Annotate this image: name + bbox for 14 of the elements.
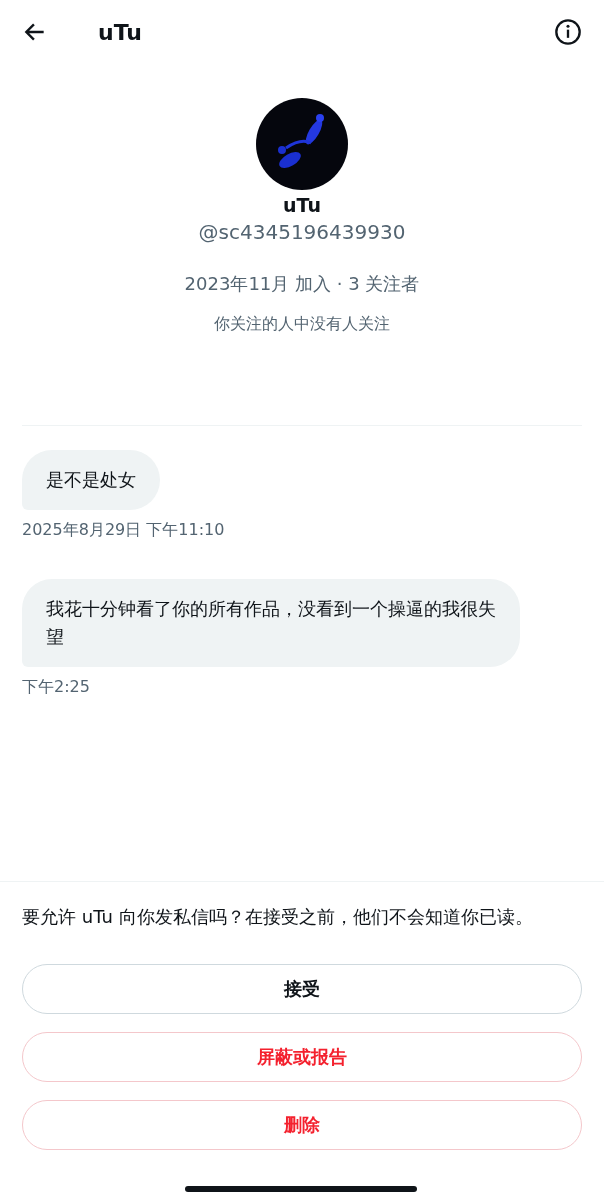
message-bubble: 我花十分钟看了你的所有作品，没看到一个操逼的我很失望 bbox=[22, 579, 520, 667]
message-time: 下午2:25 bbox=[22, 677, 90, 698]
follow-note: 你关注的人中没有人关注 bbox=[214, 314, 390, 335]
header-title: uTu bbox=[98, 19, 143, 45]
message-bubble: 是不是处女 bbox=[22, 450, 160, 510]
profile-name: uTu bbox=[283, 194, 321, 216]
action-button[interactable]: 屏蔽或报告 bbox=[22, 1032, 582, 1082]
profile-meta: 2023年11月 加入 · 3 关注者 bbox=[184, 272, 420, 296]
profile-handle: @sc4345196439930 bbox=[198, 220, 406, 244]
info-icon[interactable] bbox=[554, 18, 582, 46]
action-button[interactable]: 接受 bbox=[22, 964, 582, 1014]
message-time: 2025年8月29日 下午11:10 bbox=[22, 520, 225, 541]
request-prompt: 要允许 uTu 向你发私信吗？在接受之前，他们不会知道你已读。 bbox=[22, 905, 534, 929]
action-button[interactable]: 删除 bbox=[22, 1100, 582, 1150]
